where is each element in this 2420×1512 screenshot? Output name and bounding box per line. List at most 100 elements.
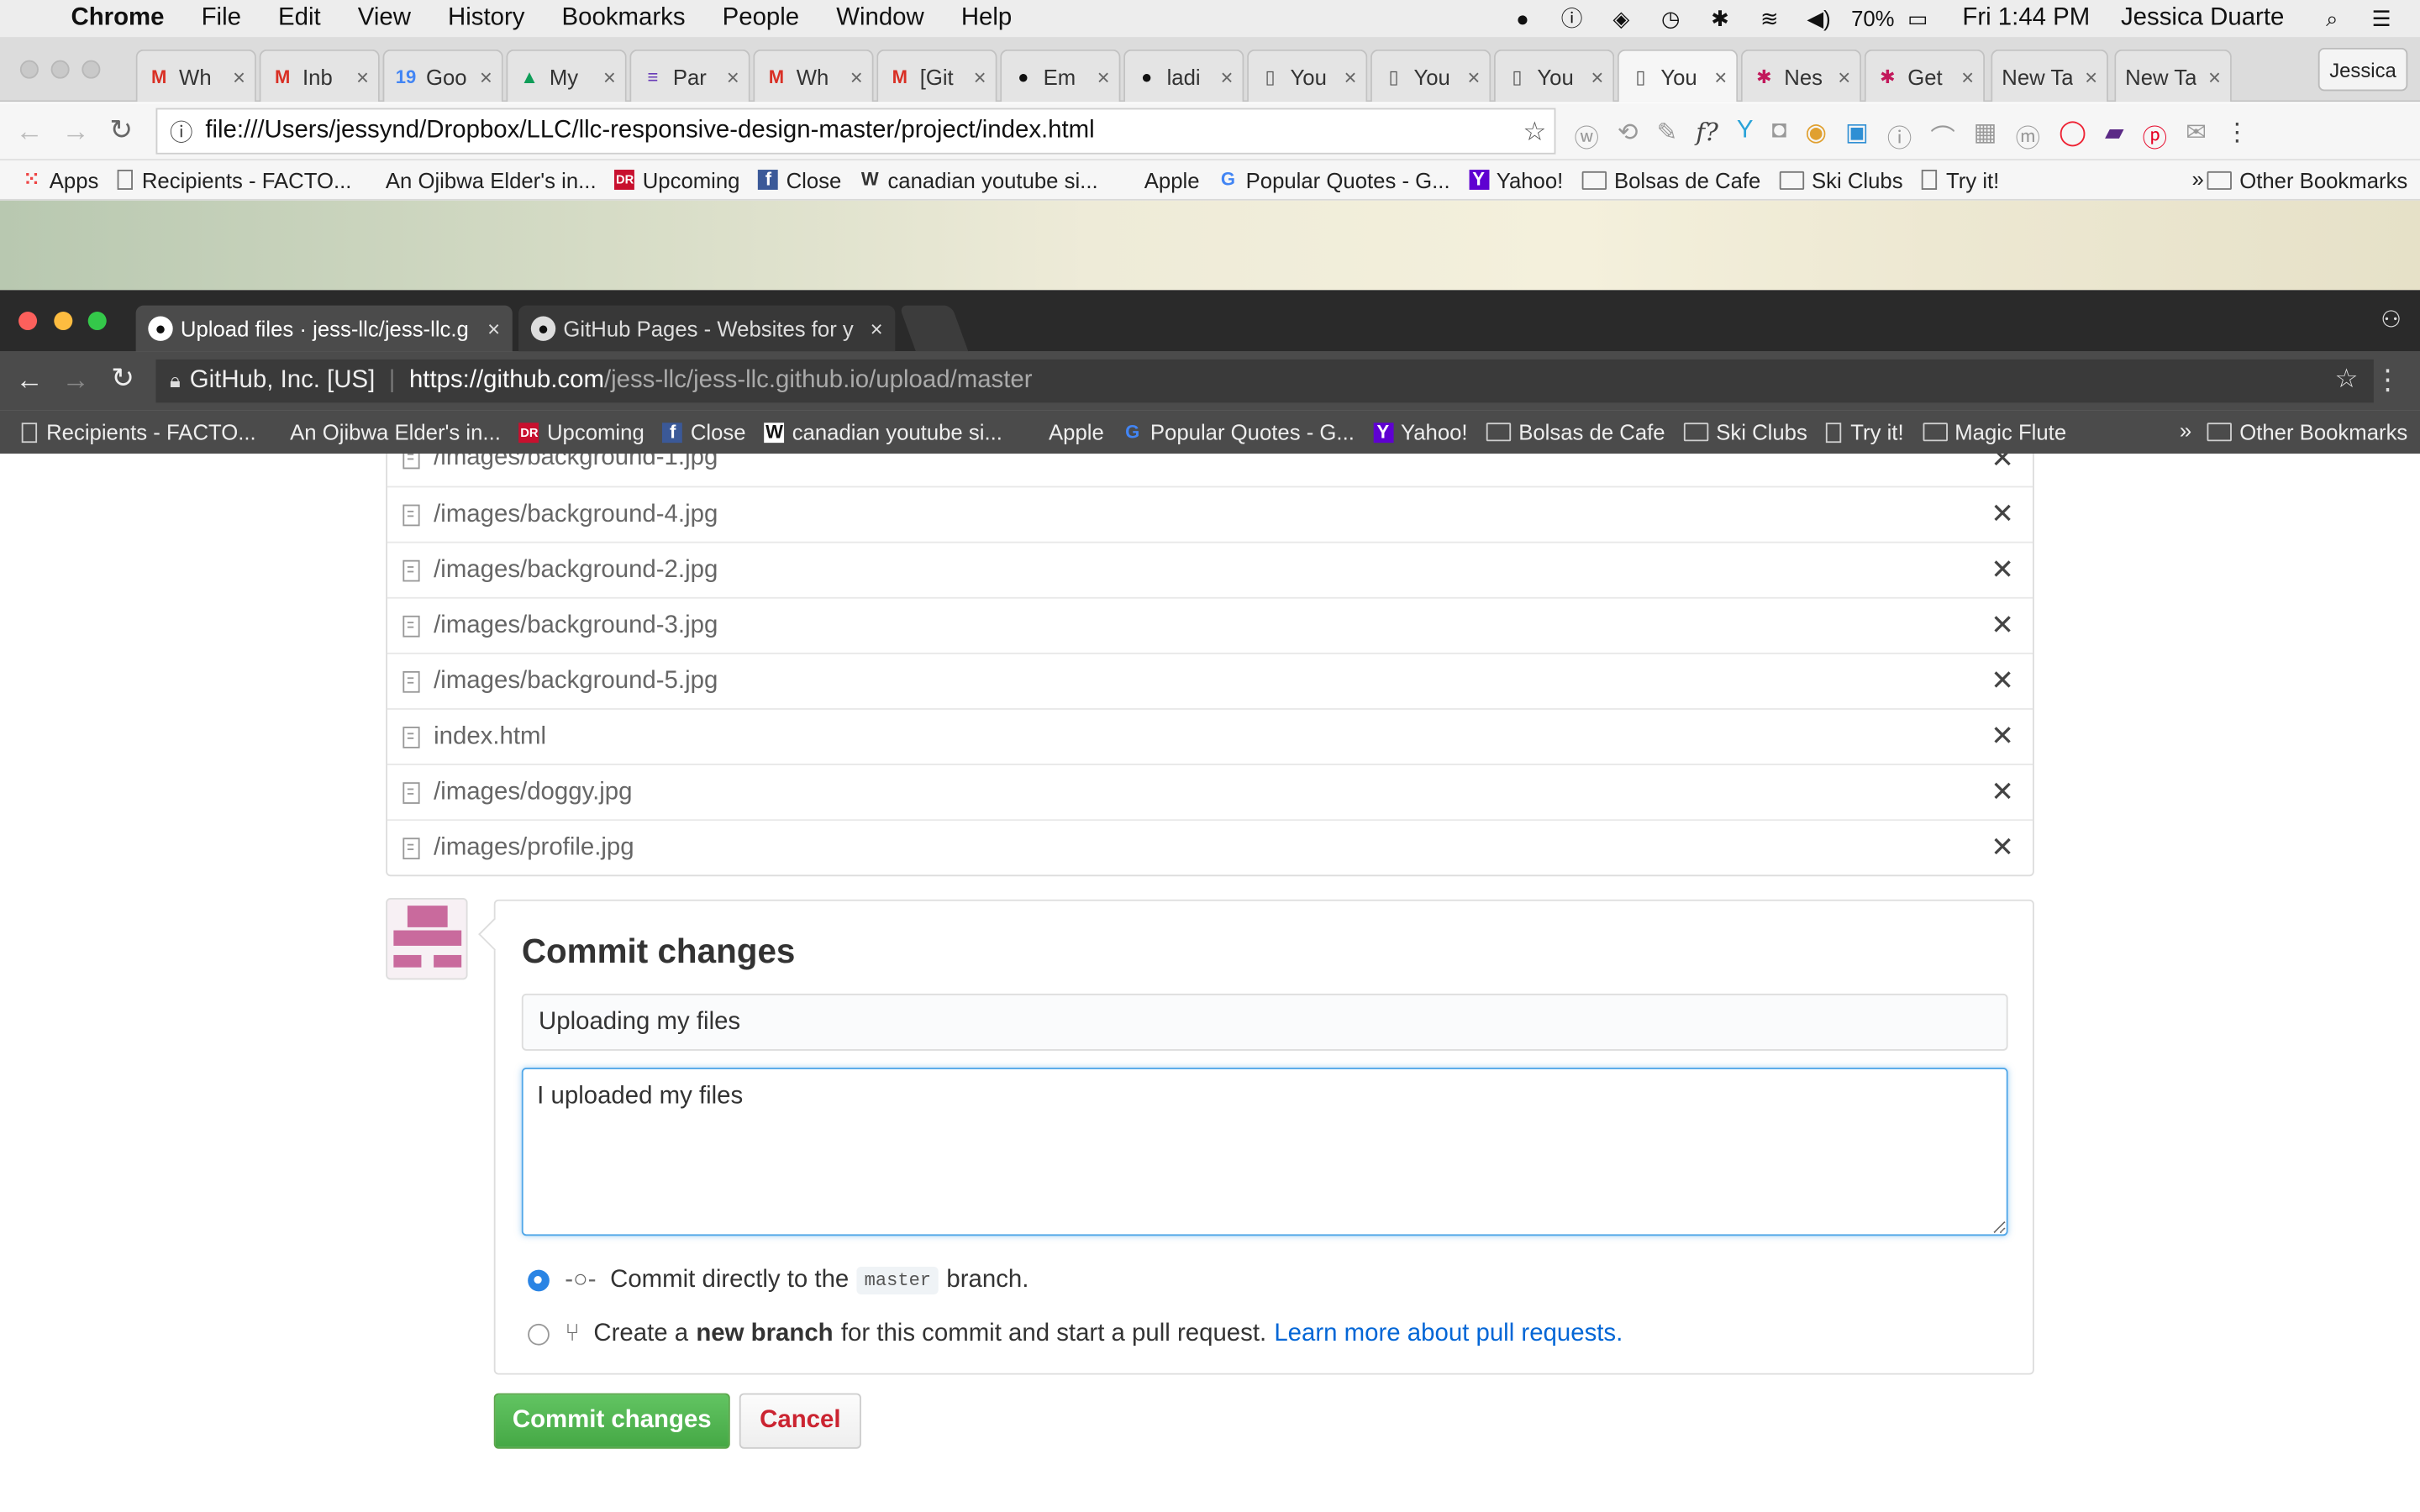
avatar[interactable] (386, 897, 468, 980)
back-tab[interactable]: M Wh × (135, 49, 256, 102)
remove-file-icon[interactable]: ✕ (1991, 610, 2014, 643)
back-tab[interactable]: ▯ You × (1247, 49, 1368, 102)
bookmark-item[interactable]: Bolsas de Cafe (1581, 167, 1760, 192)
clock[interactable]: Fri 1:44 PM (1962, 5, 2090, 33)
formula-ext-icon[interactable]: f? (1696, 118, 1718, 155)
front-other-bookmarks[interactable]: Other Bookmarks (2207, 420, 2407, 444)
spotlight-icon[interactable]: ⌕ (2315, 5, 2349, 33)
reload-icon[interactable]: ↻ (111, 363, 134, 396)
bookmark-item[interactable]: Ski Clubs (1779, 167, 1903, 192)
close-tab-icon[interactable]: × (1832, 64, 1850, 88)
back-tab[interactable]: ▯ You × (1617, 49, 1739, 102)
back-arrow-icon[interactable]: ← (15, 116, 43, 149)
back-tab[interactable]: ▲ My × (506, 49, 627, 102)
forward-arrow-icon[interactable]: → (61, 364, 89, 396)
opera-ext-icon[interactable]: ◯ (2059, 118, 2086, 155)
user-name[interactable]: Jessica Duarte (2121, 5, 2284, 33)
close-tab-icon[interactable]: × (227, 64, 245, 88)
bookmark-item[interactable]: Y Yahoo! (1372, 420, 1468, 444)
bookmark-item[interactable]: f Close (662, 420, 746, 444)
menu-help[interactable]: Help (961, 5, 1012, 33)
close-tab-icon[interactable]: × (1091, 64, 1110, 88)
bookmark-item[interactable]: Bolsas de Cafe (1486, 420, 1665, 444)
bookmark-item[interactable]: Try it! (1921, 167, 1999, 192)
info-ext-icon[interactable]: ⓘ (1887, 118, 1912, 155)
bookmark-item[interactable]: Try it! (1825, 420, 1904, 444)
new-branch-radio[interactable] (528, 1323, 550, 1346)
w-ext-icon[interactable]: ▰ (2105, 118, 2124, 155)
back-tab[interactable]: M [Git × (876, 49, 997, 102)
bookmark-item[interactable]: Apple (1021, 420, 1104, 444)
back-arrow-icon[interactable]: ← (15, 364, 43, 396)
back-tab[interactable]: New Ta × (2114, 49, 2232, 102)
reload-icon[interactable]: ↻ (109, 114, 133, 147)
remove-file-icon[interactable]: ✕ (1991, 554, 2014, 586)
back-tab[interactable]: M Inb × (259, 49, 380, 102)
remove-file-icon[interactable]: ✕ (1991, 721, 2014, 753)
commit-summary-input[interactable] (521, 993, 2008, 1051)
minimize-window-button[interactable] (54, 312, 73, 331)
bookmark-item[interactable]: G Popular Quotes - G... (1123, 420, 1355, 444)
battery-icon[interactable]: ▭ (1901, 5, 1934, 33)
wordpress-ext-icon[interactable]: ⓦ (1574, 118, 1598, 155)
wifi-icon[interactable]: ≋ (1753, 5, 1786, 33)
menu-view[interactable]: View (358, 5, 411, 33)
close-tab-icon[interactable]: × (1338, 64, 1356, 88)
zoom-window-button[interactable] (87, 312, 107, 331)
back-tab[interactable]: New Ta × (1991, 49, 2108, 102)
close-tab-icon[interactable]: × (967, 64, 986, 88)
menu-window[interactable]: Window (836, 5, 924, 33)
close-tab-icon[interactable]: × (844, 64, 863, 88)
shield-ext-icon[interactable]: Y (1737, 118, 1754, 155)
close-window-button[interactable] (19, 60, 39, 79)
bookmark-item[interactable]: Y Yahoo! (1468, 167, 1563, 192)
close-window-button[interactable] (18, 312, 38, 331)
remove-file-icon[interactable]: ✕ (1991, 776, 2014, 809)
bookmark-item[interactable]: Recipients - FACTO... (21, 420, 256, 444)
camera-ext-icon[interactable]: ◘ (1772, 118, 1787, 155)
wave-ext-icon[interactable]: ⌒ (1930, 118, 1954, 155)
close-tab-icon[interactable]: × (1214, 64, 1234, 88)
close-tab-icon[interactable]: × (597, 64, 616, 88)
back-tab[interactable]: ▯ You × (1493, 49, 1615, 102)
tab-upload-files[interactable]: ● Upload files · jess-llc/jess-llc.g × (135, 305, 513, 352)
close-tab-icon[interactable]: × (720, 64, 739, 88)
eyedropper-ext-icon[interactable]: ✎ (1657, 118, 1678, 155)
back-url-bar[interactable]: ⓘ file:///Users/jessynd/Dropbox/LLC/llc-… (155, 108, 1556, 155)
new-tab-button[interactable] (898, 305, 969, 352)
bookmark-item[interactable]: Apple (1117, 167, 1200, 192)
bookmark-item[interactable]: Recipients - FACTO... (117, 167, 351, 192)
menu-history[interactable]: History (448, 5, 524, 33)
back-tab[interactable]: 19 Goo × (382, 49, 503, 102)
grid-ext-icon[interactable]: ▦ (1974, 118, 1997, 155)
bookmarks-overflow-icon[interactable]: » (2192, 166, 2204, 191)
menu-people[interactable]: People (723, 5, 800, 33)
dropbox-status-icon[interactable]: ◈ (1604, 5, 1638, 33)
back-tab[interactable]: M Wh × (753, 49, 874, 102)
menu-file[interactable]: File (202, 5, 241, 33)
commit-changes-button[interactable]: Commit changes (493, 1393, 730, 1449)
back-tab[interactable]: ✱ Nes × (1740, 49, 1862, 102)
info-icon[interactable]: ⓘ (170, 115, 193, 148)
front-url-bar[interactable]: 🔒︎ GitHub, Inc. [US] | https://github.co… (155, 359, 2374, 403)
back-tab[interactable]: ≡ Par × (629, 49, 750, 102)
close-tab-icon[interactable]: × (871, 317, 883, 341)
m-ext-icon[interactable]: ⓜ (2016, 118, 2040, 155)
back-other-bookmarks[interactable]: Other Bookmarks (2207, 168, 2407, 193)
back-tab[interactable]: ✱ Get × (1864, 49, 1986, 102)
back-tab[interactable]: ● Em × (1000, 49, 1121, 102)
remove-file-icon[interactable]: ✕ (1991, 498, 2014, 531)
bookmark-item[interactable]: DR Upcoming (614, 167, 739, 192)
close-tab-icon[interactable]: × (350, 64, 369, 88)
app-menu[interactable]: Chrome (71, 5, 164, 33)
chrome-ext-icon[interactable]: ◉ (1805, 118, 1827, 155)
close-tab-icon[interactable]: × (487, 317, 500, 341)
bookmark-star-icon[interactable]: ☆ (1523, 118, 1546, 149)
bookmark-item[interactable]: An Ojibwa Elder's in... (290, 420, 501, 444)
pinterest-ext-icon[interactable]: ⓟ (2143, 118, 2167, 155)
remove-file-icon[interactable]: ✕ (1991, 454, 2014, 475)
commit-description-textarea[interactable]: I uploaded my files (521, 1068, 2008, 1236)
close-tab-icon[interactable]: × (474, 64, 492, 88)
bookmark-star-icon[interactable]: ☆ (2335, 364, 2359, 395)
close-tab-icon[interactable]: × (2202, 64, 2221, 88)
